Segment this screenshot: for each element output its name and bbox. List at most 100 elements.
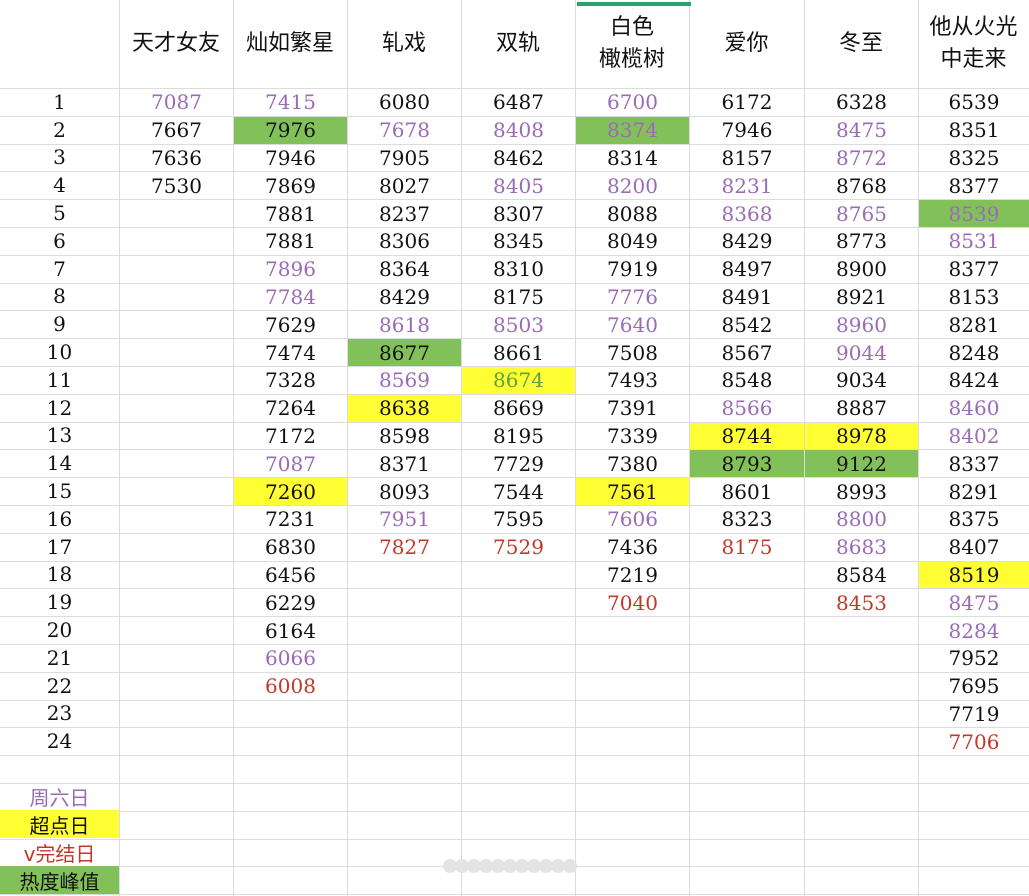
data-cell[interactable]: 8306 [348,228,461,255]
data-cell[interactable] [120,506,233,533]
data-cell[interactable]: 8531 [919,228,1029,255]
data-cell[interactable]: 6830 [234,534,347,561]
data-cell[interactable] [462,562,575,589]
data-cell[interactable] [120,534,233,561]
column-header-6[interactable]: 爱你 [689,0,804,88]
data-cell[interactable]: 7719 [919,701,1029,728]
data-cell[interactable]: 8768 [805,172,918,199]
data-cell[interactable]: 8429 [690,228,804,255]
data-cell[interactable]: 8584 [805,562,918,589]
data-cell[interactable]: 8368 [690,200,804,227]
data-cell[interactable]: 8542 [690,311,804,338]
data-cell[interactable] [690,562,804,589]
data-cell[interactable]: 7474 [234,339,347,366]
data-cell[interactable]: 8195 [462,423,575,450]
data-cell[interactable]: 9034 [805,367,918,394]
data-cell[interactable] [120,284,233,311]
data-cell[interactable]: 8307 [462,200,575,227]
data-cell[interactable]: 7629 [234,311,347,338]
data-cell[interactable]: 8683 [805,534,918,561]
data-cell[interactable] [120,701,233,728]
data-cell[interactable]: 6172 [690,89,804,116]
data-cell[interactable]: 8566 [690,395,804,422]
data-cell[interactable]: 6164 [234,617,347,644]
data-cell[interactable]: 8310 [462,256,575,283]
data-cell[interactable] [234,701,347,728]
data-cell[interactable]: 7919 [576,256,689,283]
data-cell[interactable] [120,200,233,227]
data-cell[interactable]: 7530 [120,172,233,199]
data-cell[interactable]: 8364 [348,256,461,283]
data-cell[interactable]: 8519 [919,561,1029,589]
data-cell[interactable]: 6487 [462,89,575,116]
data-cell[interactable]: 8237 [348,200,461,227]
data-cell[interactable]: 7881 [234,228,347,255]
data-cell[interactable]: 8539 [919,200,1029,227]
data-cell[interactable]: 8284 [919,617,1029,644]
data-cell[interactable]: 7869 [234,172,347,199]
data-cell[interactable]: 8375 [919,506,1029,533]
data-cell[interactable] [576,645,689,672]
data-cell[interactable] [462,645,575,672]
data-cell[interactable] [462,728,575,755]
data-cell[interactable]: 8325 [919,145,1029,172]
data-cell[interactable]: 7595 [462,506,575,533]
data-cell[interactable]: 8231 [690,172,804,199]
data-cell[interactable] [120,423,233,450]
data-cell[interactable]: 8669 [462,395,575,422]
data-cell[interactable]: 7905 [348,145,461,172]
data-cell[interactable]: 8049 [576,228,689,255]
data-cell[interactable] [690,728,804,755]
data-cell[interactable]: 8462 [462,145,575,172]
data-cell[interactable] [690,645,804,672]
data-cell[interactable] [120,478,233,505]
data-cell[interactable]: 8175 [462,284,575,311]
data-cell[interactable]: 7380 [576,450,689,477]
data-cell[interactable]: 7640 [576,311,689,338]
data-cell[interactable]: 7667 [120,117,233,144]
data-cell[interactable]: 8773 [805,228,918,255]
data-cell[interactable] [690,673,804,700]
data-cell[interactable] [805,728,918,755]
data-cell[interactable]: 7219 [576,562,689,589]
data-cell[interactable]: 8088 [576,200,689,227]
data-cell[interactable]: 8661 [462,339,575,366]
data-cell[interactable]: 8772 [805,145,918,172]
data-cell[interactable]: 8475 [805,117,918,144]
data-cell[interactable]: 8345 [462,228,575,255]
column-header-3[interactable]: 轧戏 [347,0,461,88]
data-cell[interactable]: 8638 [348,394,461,422]
data-cell[interactable]: 8475 [919,589,1029,616]
data-cell[interactable]: 8351 [919,117,1029,144]
data-cell[interactable]: 7264 [234,395,347,422]
data-cell[interactable]: 6700 [576,89,689,116]
data-cell[interactable]: 8618 [348,311,461,338]
data-cell[interactable]: 8200 [576,172,689,199]
data-cell[interactable]: 7544 [462,478,575,505]
data-cell[interactable]: 6066 [234,645,347,672]
data-cell[interactable] [348,701,461,728]
data-cell[interactable]: 7827 [348,534,461,561]
data-cell[interactable] [690,617,804,644]
data-cell[interactable]: 8377 [919,256,1029,283]
data-cell[interactable]: 8800 [805,506,918,533]
data-cell[interactable] [462,673,575,700]
data-cell[interactable]: 6080 [348,89,461,116]
data-cell[interactable]: 7946 [690,117,804,144]
data-cell[interactable]: 7391 [576,395,689,422]
data-cell[interactable] [348,673,461,700]
data-cell[interactable] [120,367,233,394]
column-header-4[interactable]: 双轨 [461,0,575,88]
data-cell[interactable]: 8674 [462,367,575,394]
data-cell[interactable]: 7087 [120,89,233,116]
data-cell[interactable]: 7946 [234,145,347,172]
data-cell[interactable]: 7976 [234,116,347,144]
data-cell[interactable] [462,701,575,728]
data-cell[interactable]: 7784 [234,284,347,311]
data-cell[interactable]: 8402 [919,423,1029,450]
data-cell[interactable]: 8765 [805,200,918,227]
data-cell[interactable]: 8503 [462,311,575,338]
data-cell[interactable]: 8491 [690,284,804,311]
data-cell[interactable]: 8960 [805,311,918,338]
data-cell[interactable] [120,339,233,366]
